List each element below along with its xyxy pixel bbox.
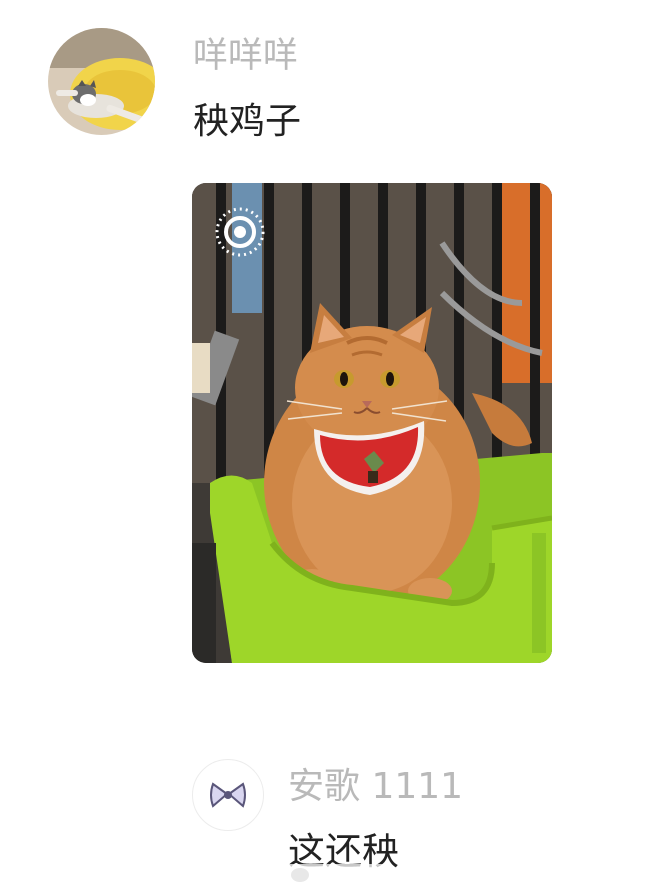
- post-text-1: 秧鸡子: [193, 101, 302, 142]
- username-1[interactable]: 咩咩咩: [193, 34, 298, 78]
- live-photo-icon[interactable]: [213, 205, 267, 259]
- username-2[interactable]: 安歌 1111: [288, 764, 463, 810]
- bow-ribbon-icon: [210, 782, 246, 808]
- avatar-1[interactable]: [48, 28, 155, 135]
- watermark-logo: [282, 860, 392, 886]
- avatar-2[interactable]: [192, 759, 264, 831]
- kitten-avatar-icon: [48, 28, 155, 135]
